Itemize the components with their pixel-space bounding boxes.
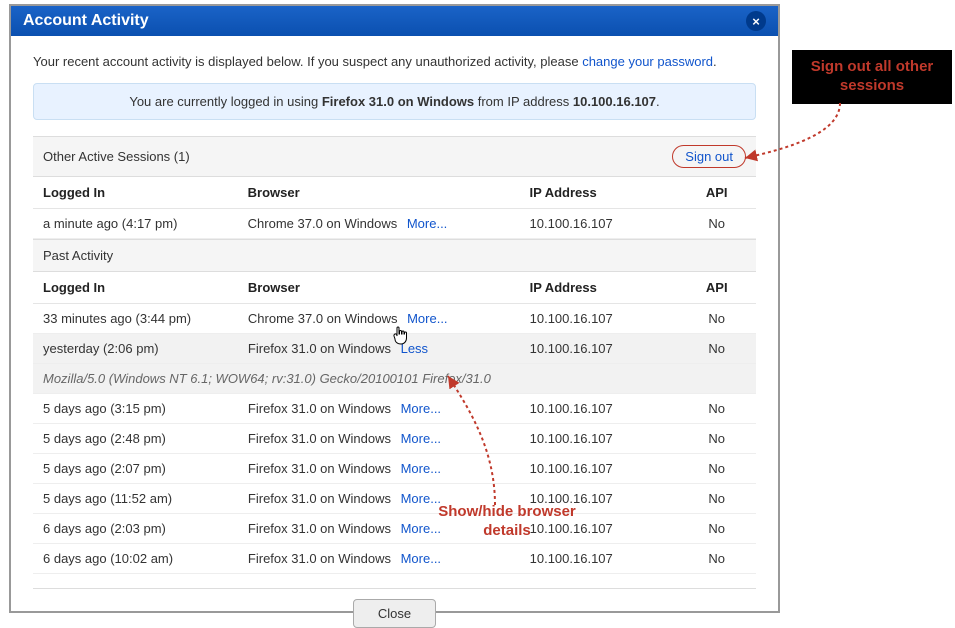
table-row: 33 minutes ago (3:44 pm)Chrome 37.0 on W…	[33, 304, 756, 334]
cell-logged-in: yesterday (2:06 pm)	[33, 334, 238, 364]
col-browser: Browser	[238, 177, 520, 209]
cell-browser: Firefox 31.0 on Windows Less	[238, 334, 520, 364]
cell-browser: Firefox 31.0 on Windows More...	[238, 544, 520, 574]
cell-browser: Chrome 37.0 on Windows More...	[238, 304, 520, 334]
col-ip: IP Address	[520, 272, 678, 304]
cell-ip: 10.100.16.107	[520, 454, 678, 484]
account-activity-dialog: Account Activity × Your recent account a…	[9, 4, 780, 613]
banner-browser: Firefox 31.0 on Windows	[322, 94, 474, 109]
other-active-sessions-title: Other Active Sessions (1)	[43, 149, 190, 164]
cell-logged-in: 5 days ago (2:07 pm)	[33, 454, 238, 484]
table-row: 5 days ago (2:07 pm)Firefox 31.0 on Wind…	[33, 454, 756, 484]
cell-ip: 10.100.16.107	[520, 209, 678, 239]
details-toggle-link[interactable]: More...	[401, 461, 441, 476]
dialog-title: Account Activity	[23, 12, 149, 30]
sign-out-link[interactable]: Sign out	[672, 145, 746, 168]
cell-ip: 10.100.16.107	[520, 334, 678, 364]
intro-suffix: .	[713, 54, 717, 69]
dialog-body: Your recent account activity is displaye…	[11, 36, 778, 628]
annotation-show-hide: Show/hide browser details	[432, 503, 582, 541]
details-toggle-link[interactable]: More...	[407, 311, 447, 326]
table-row: 5 days ago (2:48 pm)Firefox 31.0 on Wind…	[33, 424, 756, 454]
cell-browser: Chrome 37.0 on Windows More...	[238, 209, 520, 239]
details-toggle-link[interactable]: More...	[401, 551, 441, 566]
current-session-banner: You are currently logged in using Firefo…	[33, 83, 756, 120]
active-sessions-table: Logged In Browser IP Address API a minut…	[33, 177, 756, 239]
close-button[interactable]: Close	[353, 599, 436, 628]
cell-api: No	[677, 304, 756, 334]
table-row: 6 days ago (2:03 pm)Firefox 31.0 on Wind…	[33, 514, 756, 544]
table-row: yesterday (2:06 pm)Firefox 31.0 on Windo…	[33, 334, 756, 364]
other-active-sessions-header: Other Active Sessions (1) Sign out	[33, 136, 756, 177]
cell-browser: Firefox 31.0 on Windows More...	[238, 394, 520, 424]
cell-logged-in: a minute ago (4:17 pm)	[33, 209, 238, 239]
col-api: API	[677, 177, 756, 209]
cell-api: No	[677, 544, 756, 574]
details-toggle-link[interactable]: More...	[401, 401, 441, 416]
annotation-signout-all: Sign out all other sessions	[792, 50, 952, 104]
col-logged-in: Logged In	[33, 272, 238, 304]
cell-ip: 10.100.16.107	[520, 394, 678, 424]
cell-logged-in: 33 minutes ago (3:44 pm)	[33, 304, 238, 334]
banner-prefix: You are currently logged in using	[129, 94, 321, 109]
col-ip: IP Address	[520, 177, 678, 209]
banner-suffix: .	[656, 94, 660, 109]
cell-ip: 10.100.16.107	[520, 544, 678, 574]
cell-browser: Firefox 31.0 on Windows More...	[238, 424, 520, 454]
details-toggle-link[interactable]: More...	[407, 216, 447, 231]
cell-logged-in: 6 days ago (10:02 am)	[33, 544, 238, 574]
cell-api: No	[677, 424, 756, 454]
cell-api: No	[677, 394, 756, 424]
user-agent-detail: Mozilla/5.0 (Windows NT 6.1; WOW64; rv:3…	[33, 364, 756, 394]
change-password-link[interactable]: change your password	[582, 54, 713, 69]
dialog-header: Account Activity ×	[11, 6, 778, 36]
col-api: API	[677, 272, 756, 304]
details-toggle-link[interactable]: Less	[401, 341, 428, 356]
cell-logged-in: 5 days ago (11:52 am)	[33, 484, 238, 514]
table-row: 5 days ago (3:15 pm)Firefox 31.0 on Wind…	[33, 394, 756, 424]
details-toggle-link[interactable]: More...	[401, 431, 441, 446]
col-logged-in: Logged In	[33, 177, 238, 209]
cell-ip: 10.100.16.107	[520, 424, 678, 454]
banner-middle: from IP address	[474, 94, 573, 109]
past-activity-header: Past Activity	[33, 239, 756, 272]
table-row: 6 days ago (10:02 am)Firefox 31.0 on Win…	[33, 544, 756, 574]
close-icon[interactable]: ×	[746, 11, 766, 31]
cell-api: No	[677, 484, 756, 514]
cell-api: No	[677, 209, 756, 239]
footer-divider	[33, 588, 756, 589]
cell-browser: Firefox 31.0 on Windows More...	[238, 454, 520, 484]
cell-logged-in: 6 days ago (2:03 pm)	[33, 514, 238, 544]
banner-ip: 10.100.16.107	[573, 94, 656, 109]
past-activity-table: Logged In Browser IP Address API 33 minu…	[33, 272, 756, 574]
table-row: a minute ago (4:17 pm)Chrome 37.0 on Win…	[33, 209, 756, 239]
cell-logged-in: 5 days ago (3:15 pm)	[33, 394, 238, 424]
cell-api: No	[677, 454, 756, 484]
intro-text: Your recent account activity is displaye…	[33, 54, 756, 69]
cell-api: No	[677, 334, 756, 364]
intro-prefix: Your recent account activity is displaye…	[33, 54, 582, 69]
past-activity-title: Past Activity	[43, 248, 113, 263]
table-row: 5 days ago (11:52 am)Firefox 31.0 on Win…	[33, 484, 756, 514]
cell-ip: 10.100.16.107	[520, 304, 678, 334]
table-row-detail: Mozilla/5.0 (Windows NT 6.1; WOW64; rv:3…	[33, 364, 756, 394]
col-browser: Browser	[238, 272, 520, 304]
cell-logged-in: 5 days ago (2:48 pm)	[33, 424, 238, 454]
cell-api: No	[677, 514, 756, 544]
